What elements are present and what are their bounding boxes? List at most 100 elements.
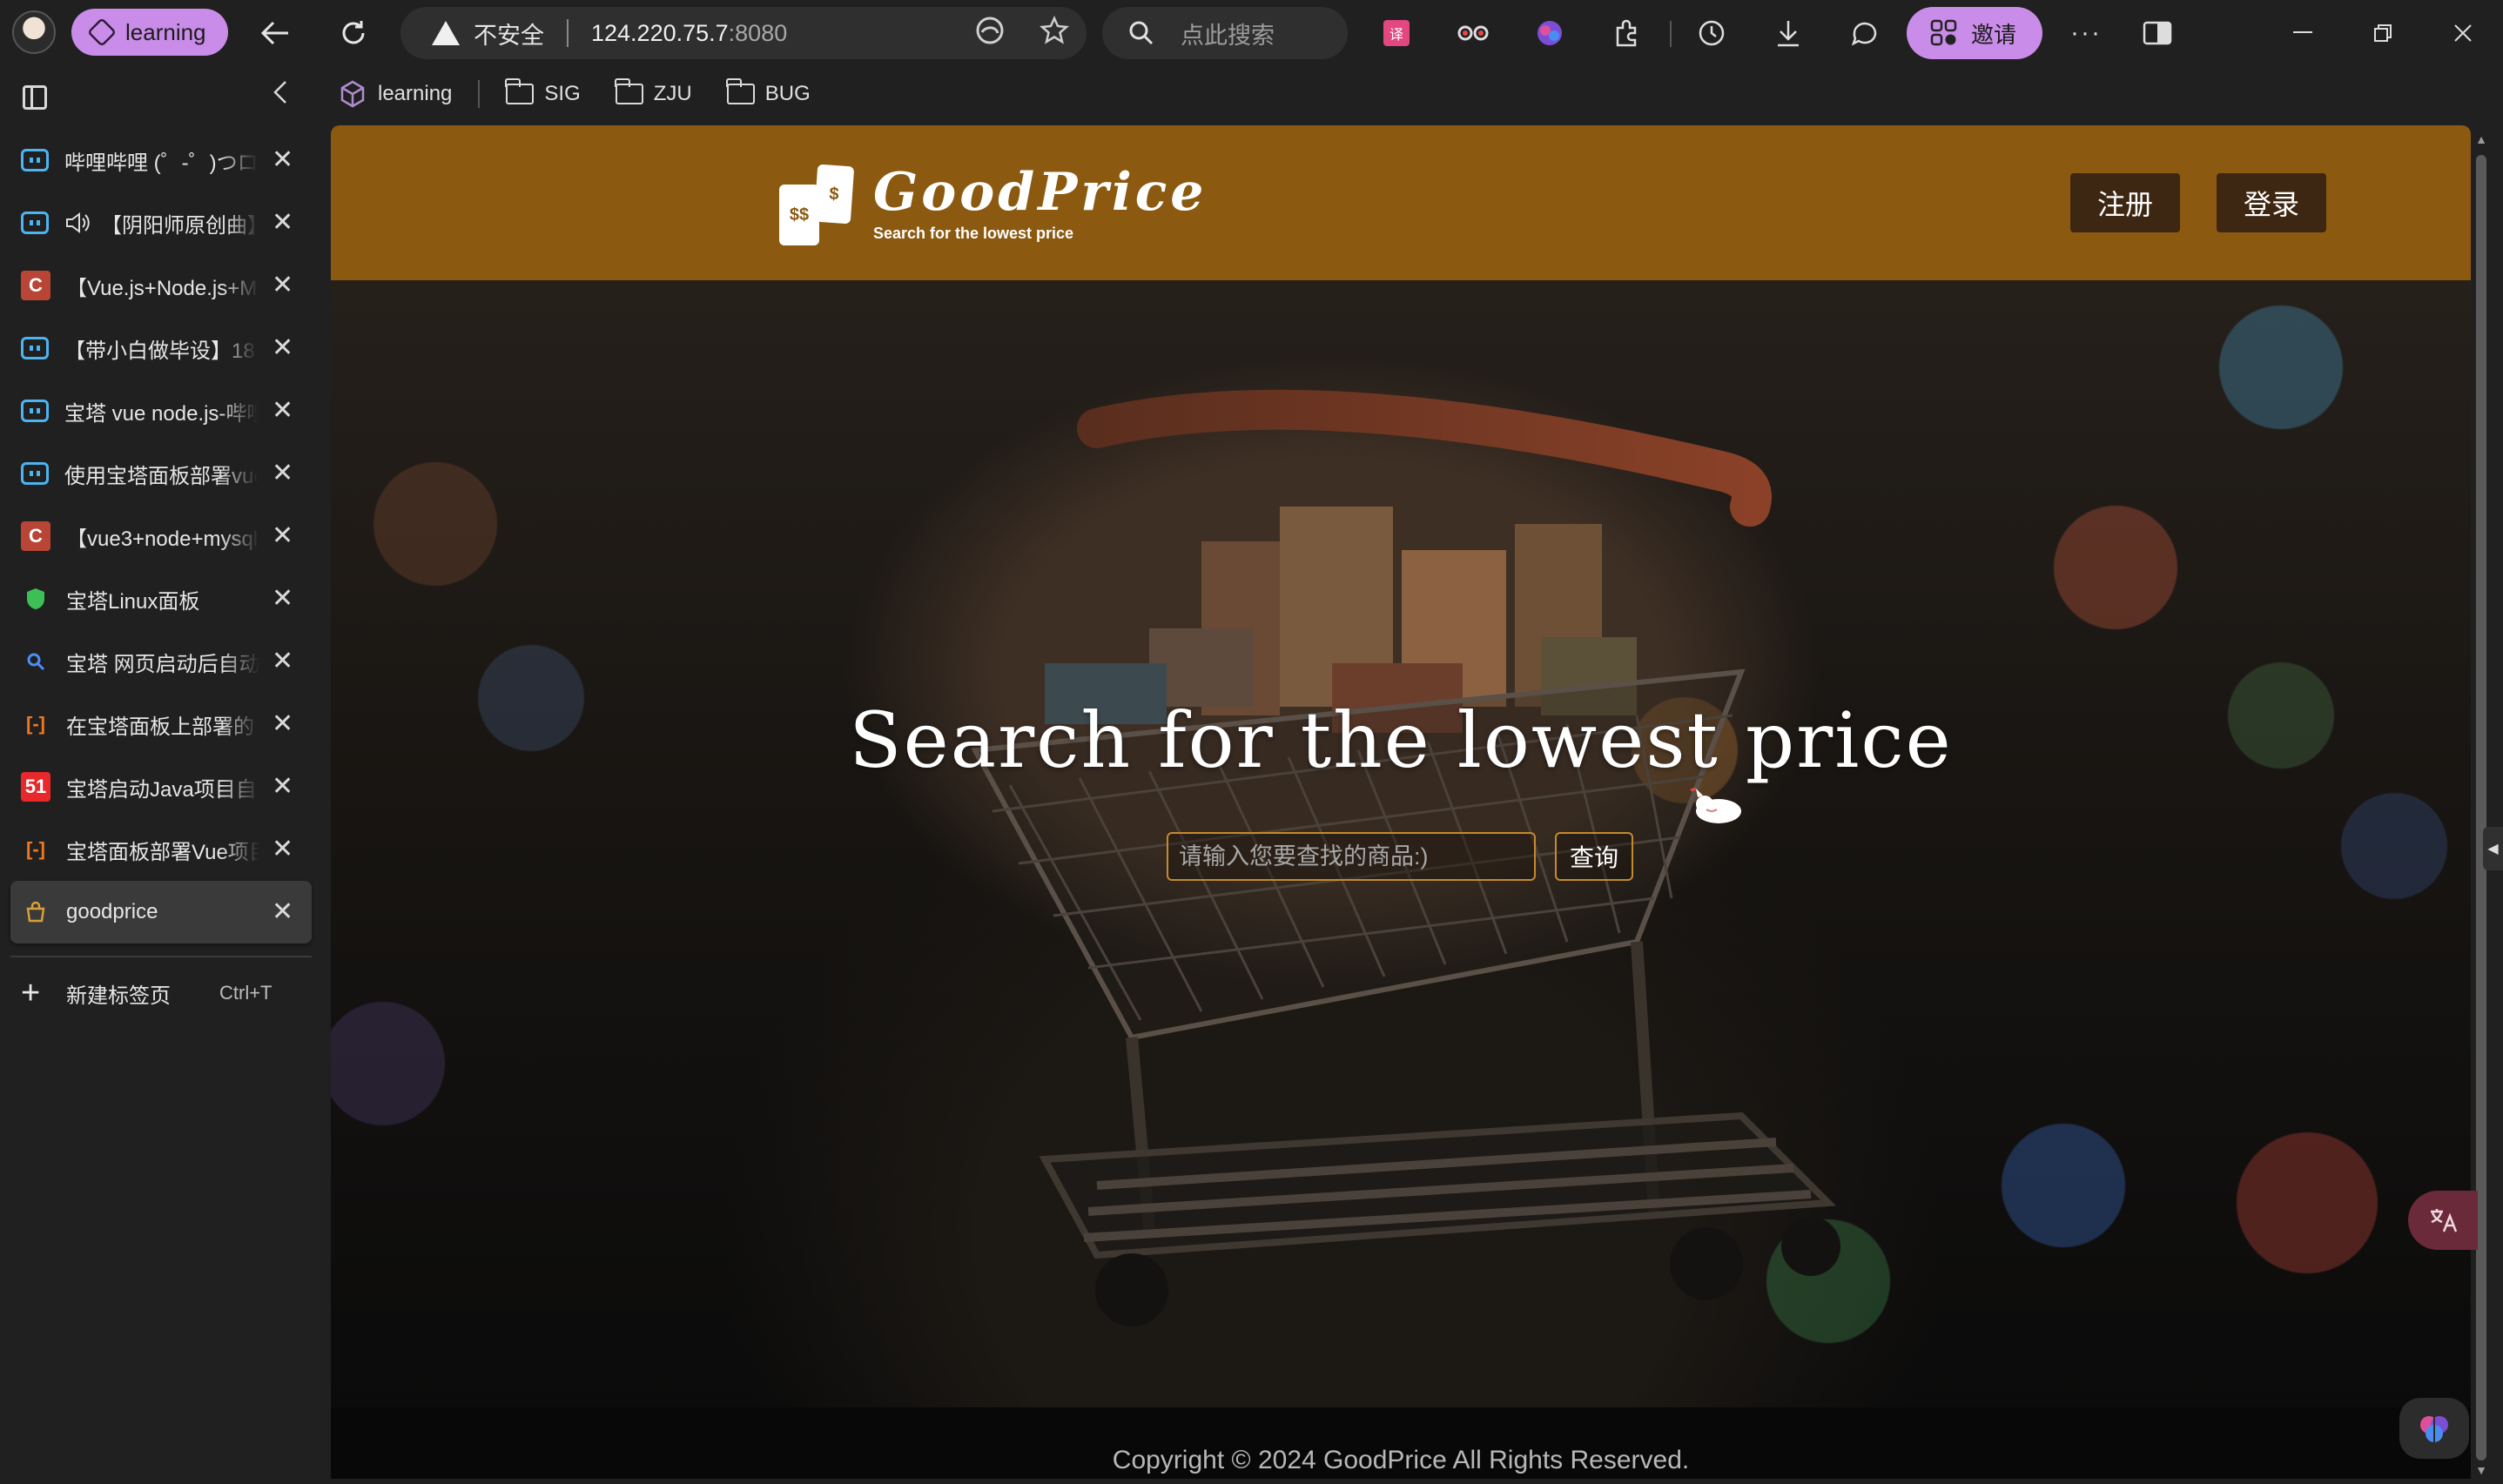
bookmark-folder-sig[interactable]: SIG xyxy=(497,78,589,110)
arrow-left-icon xyxy=(260,21,288,45)
warning-icon[interactable] xyxy=(432,21,460,45)
back-button[interactable] xyxy=(254,12,296,54)
tab-title: 使用宝塔面板部署vue xyxy=(64,464,258,488)
register-button[interactable]: 注册 xyxy=(2070,173,2180,232)
minimize-button[interactable] xyxy=(2281,12,2325,54)
workspace-button[interactable]: learning xyxy=(71,9,228,56)
close-tab-icon[interactable]: ✕ xyxy=(272,771,293,802)
tab-item-active[interactable]: goodprice ✕ xyxy=(10,881,312,943)
tab-item[interactable]: 【带小白做毕设】18 ✕ xyxy=(0,317,322,379)
glasses-extension-icon[interactable] xyxy=(1456,16,1490,50)
url-port: :8080 xyxy=(728,19,788,46)
close-tab-icon[interactable]: ✕ xyxy=(272,332,293,363)
security-status[interactable]: 不安全 xyxy=(474,17,544,50)
bookmark-folder-bug[interactable]: BUG xyxy=(718,78,819,110)
tab-title: 哔哩哔哩 (゜-゜)つロ 干杯~-bilibili xyxy=(64,151,258,175)
tab-title: goodprice xyxy=(66,900,158,923)
tab-item[interactable]: [-] 宝塔面板部署Vue项目 ✕ xyxy=(0,818,322,881)
search-icon xyxy=(21,647,50,676)
restore-button[interactable] xyxy=(2361,12,2405,54)
tab-item[interactable]: 宝塔 vue node.js-哔哩哔哩 ✕ xyxy=(0,379,322,442)
tab-item[interactable]: 哔哩哔哩 (゜-゜)つロ 干杯~-bilibili ✕ xyxy=(0,129,322,191)
bilibili-icon xyxy=(21,149,49,171)
feedback-icon[interactable] xyxy=(1847,16,1882,50)
search-icon xyxy=(1129,21,1154,45)
vertical-tabs-sidebar: 哔哩哔哩 (゜-゜)つロ 干杯~-bilibili ✕ 【阴阳师原创曲】 ✕ C… xyxy=(0,66,322,1484)
tab-title: 宝塔Linux面板 xyxy=(66,589,200,614)
close-tab-icon[interactable]: ✕ xyxy=(272,896,293,927)
page-viewport: $$ $ GoodPrice Search for the lowest pri… xyxy=(331,125,2471,1479)
tab-title: 【带小白做毕设】18 xyxy=(64,339,255,363)
scroll-down-icon[interactable]: ▼ xyxy=(2474,1463,2488,1477)
close-tab-icon[interactable]: ✕ xyxy=(272,708,293,739)
bookmark-label: SIG xyxy=(544,82,581,105)
scroll-thumb[interactable] xyxy=(2476,155,2486,1460)
product-search-input[interactable] xyxy=(1167,832,1536,881)
tab-item[interactable]: 【阴阳师原创曲】 ✕ xyxy=(0,191,322,254)
tab-title: 【阴阳师原创曲】 xyxy=(101,213,258,238)
star-icon[interactable] xyxy=(1040,16,1069,45)
close-tab-icon[interactable]: ✕ xyxy=(272,520,293,551)
tab-item[interactable]: [-] 在宝塔面板上部署的 ✕ xyxy=(0,693,322,755)
bookmark-label: ZJU xyxy=(653,82,692,105)
close-tab-icon[interactable]: ✕ xyxy=(272,207,293,238)
csdn-icon: C xyxy=(21,521,50,551)
collapse-sidebar-button[interactable] xyxy=(272,78,289,114)
tab-item[interactable]: 51 宝塔启动Java项目自动 ✕ xyxy=(0,755,322,818)
downloads-icon[interactable] xyxy=(1771,16,1806,50)
new-tab-button[interactable]: + 新建标签页 Ctrl+T xyxy=(0,966,322,1020)
cat-mascot-icon[interactable] xyxy=(1689,787,1743,825)
floating-copilot-button[interactable] xyxy=(2399,1398,2469,1459)
scroll-up-icon[interactable]: ▲ xyxy=(2474,132,2488,146)
query-button[interactable]: 查询 xyxy=(1555,832,1633,881)
close-tab-icon[interactable]: ✕ xyxy=(272,395,293,426)
close-tab-icon[interactable]: ✕ xyxy=(272,458,293,488)
tab-item[interactable]: C 【Vue.js+Node.js+MySQL】 ✕ xyxy=(0,254,322,317)
price-tag-icon: $$ $ xyxy=(779,164,858,245)
tab-item[interactable]: 宝塔 网页启动后自动 ✕ xyxy=(0,630,322,693)
close-window-button[interactable] xyxy=(2441,12,2485,54)
close-tab-icon[interactable]: ✕ xyxy=(272,144,293,175)
tab-title: 宝塔 vue node.js-哔哩哔哩 xyxy=(64,401,258,426)
tab-actions-icon[interactable] xyxy=(23,85,47,110)
translate-extension-icon[interactable]: 译 xyxy=(1379,16,1414,50)
speaker-icon[interactable] xyxy=(64,211,91,235)
close-tab-icon[interactable]: ✕ xyxy=(272,583,293,614)
close-tab-icon[interactable]: ✕ xyxy=(272,270,293,300)
floating-translate-button[interactable] xyxy=(2408,1191,2478,1250)
tab-item[interactable]: 使用宝塔面板部署vue ✕ xyxy=(0,442,322,505)
shield-icon xyxy=(21,584,50,614)
address-bar[interactable]: 不安全 124.220.75.7:8080 xyxy=(400,7,1087,59)
browser-toolbar: learning 不安全 124.220.75.7:8080 点此搜索 译 邀… xyxy=(0,0,2503,66)
shopping-bag-icon xyxy=(21,897,50,927)
sidebar-expand-handle[interactable]: ◀ xyxy=(2483,827,2503,870)
more-menu-icon[interactable]: ··· xyxy=(2069,16,2103,50)
browser-search-box[interactable]: 点此搜索 xyxy=(1102,7,1348,59)
site-logo[interactable]: $$ $ GoodPrice Search for the lowest pri… xyxy=(779,164,1207,245)
login-button[interactable]: 登录 xyxy=(2217,173,2326,232)
close-tab-icon[interactable]: ✕ xyxy=(272,834,293,864)
extensions-icon[interactable] xyxy=(1609,16,1644,50)
invite-button[interactable]: 邀请 xyxy=(1907,7,2042,59)
refresh-button[interactable] xyxy=(333,12,374,54)
close-tab-icon[interactable]: ✕ xyxy=(272,646,293,676)
profile-avatar[interactable] xyxy=(12,10,56,54)
tab-item[interactable]: C 【vue3+node+mysql】 ✕ xyxy=(0,505,322,567)
tab-title: 【vue3+node+mysql】 xyxy=(66,527,259,551)
workspace-icon xyxy=(340,80,365,108)
edge-app-icon[interactable] xyxy=(975,16,1005,45)
split-screen-icon[interactable] xyxy=(2140,16,2175,50)
copilot-brain-icon xyxy=(2420,1416,2448,1442)
bookmark-label: BUG xyxy=(764,82,811,105)
tab-item[interactable]: 宝塔Linux面板 ✕ xyxy=(0,567,322,630)
toolbar-divider xyxy=(1670,21,1672,47)
history-icon[interactable] xyxy=(1694,16,1729,50)
page-scrollbar[interactable]: ▲ ▼ xyxy=(2471,125,2492,1484)
refresh-icon xyxy=(342,21,365,44)
bookmark-folder-zju[interactable]: ZJU xyxy=(607,78,701,110)
chevron-left-icon xyxy=(273,81,286,104)
copilot-icon[interactable] xyxy=(1532,16,1567,50)
close-icon xyxy=(2454,24,2472,42)
bookmark-learning[interactable]: learning xyxy=(329,76,461,112)
minimize-icon xyxy=(2293,31,2312,33)
